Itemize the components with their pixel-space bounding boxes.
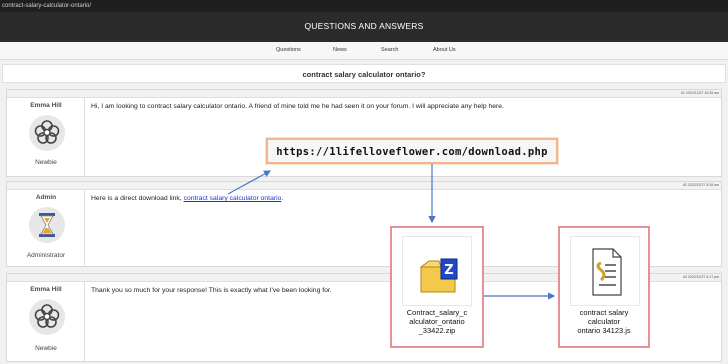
post-date: #1 2022/12/27 10:35 am [681, 91, 719, 95]
post-date: #3 2022/12/27 6:17 pm [682, 275, 719, 279]
zip-archive-icon: Z [419, 258, 458, 293]
js-file-name: contract salary calculator ontario 34123… [560, 308, 648, 335]
author-name[interactable]: Admin [7, 194, 85, 201]
avatar[interactable] [29, 207, 65, 243]
file-icon-frame: Z [402, 236, 472, 306]
nav-item-about-us[interactable]: About Us [433, 47, 456, 53]
author-role: Administrator [26, 252, 66, 259]
zip-file-name: Contract_salary_c alculator_ontario _334… [392, 308, 482, 335]
author-name[interactable]: Emma Hill [7, 102, 85, 109]
screenshot: contract-salary-calculator-ontario/ QUES… [0, 0, 728, 364]
post-body: Here is a direct download link, contract… [91, 195, 283, 202]
malicious-url-callout: https://1lifelloveflower.com/download.ph… [266, 138, 558, 164]
post-date-strip: #2 2022/12/27 5:36 am [7, 182, 721, 190]
thread-title-bar: contract salary calculator ontario? [2, 64, 726, 83]
author-column: Emma Hill Newbie [7, 98, 85, 176]
author-column: Emma Hill Newbie [7, 282, 85, 361]
nav-item-search[interactable]: Search [381, 47, 398, 53]
nav-item-questions[interactable]: Questions [276, 47, 301, 53]
nav-bar: Questions News Search About Us [0, 42, 728, 60]
flower-icon [34, 120, 60, 144]
avatar[interactable] [29, 115, 65, 151]
post-date: #2 2022/12/27 5:36 am [682, 183, 719, 187]
js-file-name-line: ontario 34123.js [577, 326, 631, 335]
author-role: Newbie [35, 159, 57, 166]
zip-file-name-line: Contract_salary_c [406, 308, 468, 317]
avatar[interactable] [29, 299, 65, 335]
author-column: Admin Administrator [7, 190, 85, 266]
post-body: Thank you so much for your response! Thi… [91, 287, 332, 294]
download-link[interactable]: contract salary calculator ontario [184, 195, 282, 202]
post-text-prefix: Here is a direct download link, [91, 195, 184, 202]
zip-file-name-line: _33422.zip [418, 326, 456, 335]
js-file-name-line: calculator [587, 317, 621, 326]
callout-url: https://1lifelloveflower.com/download.ph… [276, 146, 548, 158]
post-date-strip: #1 2022/12/27 10:35 am [7, 90, 721, 98]
script-file-icon [592, 248, 622, 296]
site-title: QUESTIONS AND ANSWERS [304, 21, 424, 31]
post-text-suffix: . [281, 195, 284, 202]
address-bar[interactable]: contract-salary-calculator-ontario/ [0, 0, 728, 12]
hourglass-icon [39, 213, 55, 237]
js-file-box: contract salary calculator ontario 34123… [558, 226, 650, 348]
file-icon-frame [570, 236, 640, 306]
nav-item-news[interactable]: News [333, 47, 347, 53]
author-name[interactable]: Emma Hill [7, 286, 85, 293]
post-body: Hi, I am looking to contract salary calc… [91, 103, 504, 110]
zip-file-box: Z Contract_salary_c alculator_ontario _3… [390, 226, 484, 348]
zip-file-name-line: alculator_ontario [409, 317, 465, 326]
js-file-name-line: contract salary [579, 308, 629, 317]
author-role: Newbie [35, 345, 57, 352]
flower-icon [34, 304, 60, 328]
svg-text:Z: Z [444, 263, 453, 278]
thread-title: contract salary calculator ontario? [302, 70, 426, 79]
